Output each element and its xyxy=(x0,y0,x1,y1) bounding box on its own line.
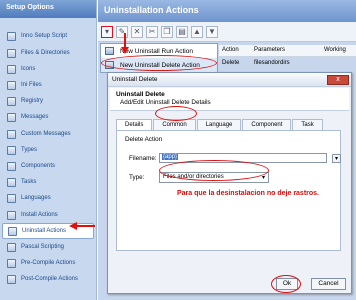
copy-icon[interactable]: ❐ xyxy=(161,25,173,38)
dialog-content: Details Common Language Component Task D… xyxy=(110,110,349,293)
sidebar-item-label: Pascal Scripting xyxy=(21,244,65,250)
delete-icon[interactable]: ✕ xyxy=(131,25,143,38)
sidebar-item-icon xyxy=(7,177,16,187)
paste-icon[interactable]: ▤ xyxy=(176,25,188,38)
sidebar-item-icon xyxy=(7,258,16,268)
uninstall-delete-dialog: Uninstall Delete x Uninstall Delete Add/… xyxy=(107,72,352,294)
sidebar-item-languages[interactable]: Languages xyxy=(2,190,94,206)
sidebar-item-label: Registry xyxy=(21,98,44,104)
move-up-icon[interactable]: ▲ xyxy=(191,25,203,38)
sidebar-arrow-icon xyxy=(69,222,95,230)
sidebar-item-custom-messages[interactable]: Custom Messages xyxy=(2,126,94,142)
column-parameters[interactable]: Parameters xyxy=(254,45,324,56)
type-label: Type: xyxy=(129,174,145,181)
cancel-button[interactable]: Cancel xyxy=(311,278,346,290)
dialog-heading: Uninstall Delete xyxy=(116,91,165,98)
sidebar-item-icon xyxy=(7,242,16,252)
tab-details[interactable]: Details xyxy=(116,119,153,130)
sidebar-item-icon xyxy=(7,145,16,155)
cut-icon[interactable]: ✂ xyxy=(146,25,158,38)
column-action[interactable]: Action xyxy=(219,45,254,56)
sidebar-item-icons[interactable]: Icons xyxy=(2,61,94,77)
menu-arrow-icon xyxy=(121,33,129,54)
run-action-icon xyxy=(105,47,114,55)
sidebar-item-icon xyxy=(7,112,16,122)
table-row[interactable]: Delete filesandordirs xyxy=(219,58,356,70)
sidebar-item-label: Install Actions xyxy=(21,212,58,218)
tab-language[interactable]: Language xyxy=(196,119,242,130)
toolbar: ▾ ✎ ✕ ✂ ❐ ▤ ▲ ▼ xyxy=(98,22,356,42)
dialog-title: Uninstall Delete xyxy=(108,73,351,87)
sidebar-item-label: Messages xyxy=(21,114,49,120)
delete-action-icon xyxy=(105,61,114,69)
menu-item-new-run-action[interactable]: New Uninstall Run Action xyxy=(101,44,217,58)
sidebar-item-registry[interactable]: Registry xyxy=(2,93,94,109)
delete-action-group-label: Delete Action xyxy=(125,136,163,143)
filename-value: {app} xyxy=(162,154,179,160)
tab-component[interactable]: Component xyxy=(242,119,292,130)
sidebar-item-label: Types xyxy=(21,147,38,153)
sidebar-item-inno-setup-script[interactable]: Inno Setup Script xyxy=(2,28,94,44)
menu-item-new-delete-action[interactable]: New Uninstall Delete Action xyxy=(101,58,217,72)
sidebar-item-label: Icons xyxy=(21,66,36,72)
annotation-text: Para que la desinstalacion no deje rastr… xyxy=(177,190,319,197)
filename-dropdown-button[interactable]: ▾ xyxy=(332,153,341,163)
sidebar-item-tasks[interactable]: Tasks xyxy=(2,174,94,190)
row-parameters: filesandordirs xyxy=(254,60,290,66)
filename-row: Filename: {app} ▾ xyxy=(129,153,341,163)
dialog-subheading: Add/Edit Uninstall Delete Details xyxy=(120,99,211,106)
row-action: Delete xyxy=(222,60,240,66)
sidebar-item-icon xyxy=(7,193,16,203)
tab-task[interactable]: Task xyxy=(292,119,323,130)
sidebar-item-components[interactable]: Components xyxy=(2,158,94,174)
sidebar-item-label: Uninstall Actions xyxy=(22,228,67,234)
sidebar-item-label: Languages xyxy=(21,195,51,201)
sidebar-item-types[interactable]: Types xyxy=(2,142,94,158)
sidebar-item-label: Files & Directories xyxy=(21,50,70,56)
sidebar-item-label: Ini Files xyxy=(21,82,42,88)
sidebar-item-messages[interactable]: Messages xyxy=(2,109,94,125)
menu-item-label: New Uninstall Delete Action xyxy=(120,61,200,69)
type-row: Type: Files and/or directories ▾ xyxy=(129,172,269,183)
tab-strip: Details Common Language Component Task xyxy=(116,119,324,130)
sidebar-item-label: Inno Setup Script xyxy=(21,33,68,39)
type-value: Files and/or directories xyxy=(163,174,224,180)
chevron-down-icon: ▾ xyxy=(261,175,265,181)
menu-item-label: New Uninstall Run Action xyxy=(120,47,193,55)
new-action-icon[interactable]: ▾ xyxy=(101,25,113,38)
sidebar-item-icon xyxy=(7,96,16,106)
sidebar-item-post-compile-actions[interactable]: Post-Compile Actions xyxy=(2,271,94,287)
move-down-icon[interactable]: ▼ xyxy=(206,25,218,38)
sidebar-title: Setup Options xyxy=(0,0,96,18)
ok-button[interactable]: Ok xyxy=(276,278,298,290)
sidebar-item-label: Pre-Compile Actions xyxy=(21,260,76,266)
list-header: Action Parameters Working xyxy=(219,45,356,57)
sidebar-item-label: Post-Compile Actions xyxy=(21,276,79,282)
tab-common[interactable]: Common xyxy=(153,119,196,130)
filename-field[interactable]: {app} xyxy=(159,153,327,163)
sidebar-item-label: Tasks xyxy=(21,179,37,185)
sidebar-item-ini-files[interactable]: Ini Files xyxy=(2,77,94,93)
sidebar-item-pre-compile-actions[interactable]: Pre-Compile Actions xyxy=(2,255,94,271)
sidebar-item-icon xyxy=(7,161,16,171)
sidebar-item-label: Custom Messages xyxy=(21,131,71,137)
sidebar-item-icon xyxy=(7,210,16,220)
sidebar-item-icon xyxy=(8,226,17,236)
sidebar-item-icon xyxy=(7,48,16,58)
sidebar-item-files-directories[interactable]: Files & Directories xyxy=(2,45,94,61)
filename-label: Filename: xyxy=(129,154,157,162)
sidebar-item-label: Components xyxy=(21,163,56,169)
sidebar: Setup Options Inno Setup Script Files & D… xyxy=(0,0,97,300)
type-select[interactable]: Files and/or directories ▾ xyxy=(159,172,269,183)
sidebar-item-icon xyxy=(7,80,16,90)
close-button[interactable]: x xyxy=(327,75,349,85)
column-working[interactable]: Working xyxy=(324,45,356,56)
main-title: Uninstallation Actions xyxy=(98,0,356,22)
sidebar-item-icon xyxy=(7,274,16,284)
sidebar-item-icon xyxy=(7,64,16,74)
sidebar-item-pascal-scripting[interactable]: Pascal Scripting xyxy=(2,239,94,255)
sidebar-item-icon xyxy=(7,31,16,41)
new-action-menu: New Uninstall Run Action New Uninstall D… xyxy=(100,43,218,73)
sidebar-item-icon xyxy=(7,129,16,139)
